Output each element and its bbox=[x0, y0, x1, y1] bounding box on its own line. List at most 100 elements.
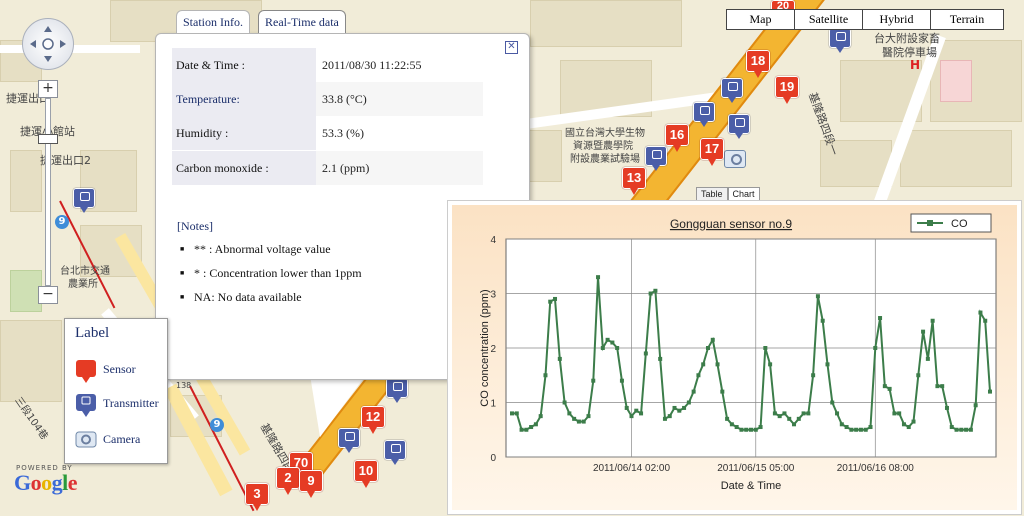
legend-item-camera: Camera bbox=[75, 429, 140, 453]
note-item: * : Concentration lower than 1ppm bbox=[180, 266, 362, 281]
data-point bbox=[557, 356, 562, 361]
transmitter-pin[interactable] bbox=[721, 78, 743, 103]
data-point bbox=[801, 411, 806, 416]
transmitter-pin[interactable] bbox=[829, 28, 851, 53]
data-point bbox=[863, 427, 868, 432]
data-point bbox=[892, 411, 897, 416]
y-tick-label: 2 bbox=[490, 344, 496, 355]
data-point bbox=[691, 389, 696, 394]
data-point bbox=[562, 400, 567, 405]
data-point bbox=[868, 425, 873, 430]
data-point bbox=[959, 427, 964, 432]
data-point bbox=[854, 427, 859, 432]
tab-chart[interactable]: Chart bbox=[727, 187, 760, 200]
data-point bbox=[653, 288, 658, 293]
sensor-pin[interactable]: 18 bbox=[746, 50, 770, 78]
map-type-hybrid-button[interactable]: Hybrid bbox=[863, 10, 931, 29]
data-point bbox=[658, 356, 663, 361]
sensor-pin[interactable]: 17 bbox=[700, 138, 724, 166]
zoom-slider-thumb[interactable] bbox=[38, 134, 58, 144]
transmitter-icon bbox=[76, 394, 96, 417]
sensor-pin[interactable]: 2 bbox=[276, 467, 300, 495]
sensor-pin[interactable]: 13 bbox=[622, 167, 646, 195]
map-type-map-button[interactable]: Map bbox=[727, 10, 795, 29]
data-point bbox=[581, 419, 586, 424]
info-window-tail bbox=[310, 375, 366, 437]
transmitter-pin[interactable] bbox=[386, 378, 408, 403]
hospital-icon: H bbox=[910, 58, 921, 72]
data-point bbox=[639, 411, 644, 416]
map-label: 附設農業試驗場 bbox=[570, 154, 640, 165]
close-icon[interactable]: ✕ bbox=[505, 41, 518, 54]
chart-panel: 0 1 2 3 4 2011/06/14 02:00 2011/06/15 05:00 201… bbox=[447, 200, 1022, 515]
data-point bbox=[734, 425, 739, 430]
y-axis-label: CO concentration (ppm) bbox=[479, 289, 491, 406]
data-point bbox=[619, 378, 624, 383]
row-value: 53.3 (%) bbox=[322, 126, 364, 140]
transmitter-pin[interactable] bbox=[645, 146, 667, 171]
data-point bbox=[519, 427, 524, 432]
data-point bbox=[806, 411, 811, 416]
data-point bbox=[815, 294, 820, 299]
legend-title: Label bbox=[75, 325, 110, 341]
transmitter-pin[interactable] bbox=[728, 114, 750, 139]
data-point bbox=[710, 337, 715, 342]
map-label: 農業所 bbox=[68, 279, 98, 290]
data-point bbox=[873, 346, 878, 350]
data-point bbox=[629, 414, 634, 419]
data-point bbox=[796, 416, 801, 421]
data-point bbox=[906, 425, 911, 430]
tab-table[interactable]: Table bbox=[696, 187, 728, 200]
data-row-humidity: Humidity : 53.3 (%) bbox=[172, 116, 483, 150]
data-point bbox=[777, 414, 782, 419]
sensor-pin[interactable]: 16 bbox=[665, 124, 689, 152]
transmitter-pin[interactable] bbox=[693, 102, 715, 127]
google-logo: Google bbox=[14, 470, 78, 495]
data-point bbox=[705, 346, 710, 350]
sensor-pin[interactable]: 3 bbox=[245, 483, 269, 511]
sensor-pin[interactable]: 10 bbox=[354, 460, 378, 488]
row-label: Temperature: bbox=[172, 82, 316, 116]
note-item: NA: No data available bbox=[180, 290, 302, 305]
pan-control[interactable] bbox=[22, 18, 74, 70]
data-point bbox=[624, 405, 629, 410]
data-point bbox=[978, 310, 983, 315]
data-point bbox=[610, 340, 615, 345]
camera-pin[interactable] bbox=[724, 150, 746, 168]
tab-real-time-data[interactable]: Real-Time data bbox=[258, 10, 346, 33]
data-point bbox=[715, 362, 720, 367]
data-point bbox=[882, 384, 887, 389]
zoom-in-button[interactable]: + bbox=[38, 80, 58, 98]
sensor-pin[interactable]: 19 bbox=[775, 76, 799, 104]
data-point bbox=[572, 416, 577, 421]
data-point bbox=[930, 318, 935, 323]
data-point bbox=[820, 318, 825, 323]
tab-station-info[interactable]: Station Info. bbox=[176, 10, 250, 33]
data-point bbox=[576, 419, 581, 424]
legend-marker bbox=[927, 220, 933, 226]
data-point bbox=[648, 291, 653, 296]
data-point bbox=[787, 416, 792, 421]
row-value: 2.1 (ppm) bbox=[322, 161, 370, 175]
data-point bbox=[553, 296, 558, 301]
data-point bbox=[849, 427, 854, 432]
data-point bbox=[878, 316, 883, 321]
data-point bbox=[844, 425, 849, 430]
data-row-datetime: Date & Time : 2011/08/30 11:22:55 bbox=[172, 48, 483, 82]
zoom-slider-track[interactable] bbox=[45, 98, 51, 286]
map-type-satellite-button[interactable]: Satellite bbox=[795, 10, 863, 29]
chart-tabs: Table Chart bbox=[696, 187, 760, 200]
transmitter-pin[interactable] bbox=[384, 440, 406, 465]
data-point bbox=[524, 427, 529, 432]
zoom-out-button[interactable]: − bbox=[38, 286, 58, 304]
data-point bbox=[729, 422, 734, 427]
transmitter-pin[interactable] bbox=[73, 188, 95, 213]
sensor-pin[interactable]: 9 bbox=[299, 470, 323, 498]
data-point bbox=[944, 405, 949, 410]
data-point bbox=[662, 416, 667, 421]
data-point bbox=[983, 318, 988, 323]
map-type-terrain-button[interactable]: Terrain bbox=[931, 10, 1003, 29]
data-point bbox=[677, 408, 682, 413]
data-point bbox=[667, 414, 672, 419]
data-point bbox=[921, 329, 926, 334]
